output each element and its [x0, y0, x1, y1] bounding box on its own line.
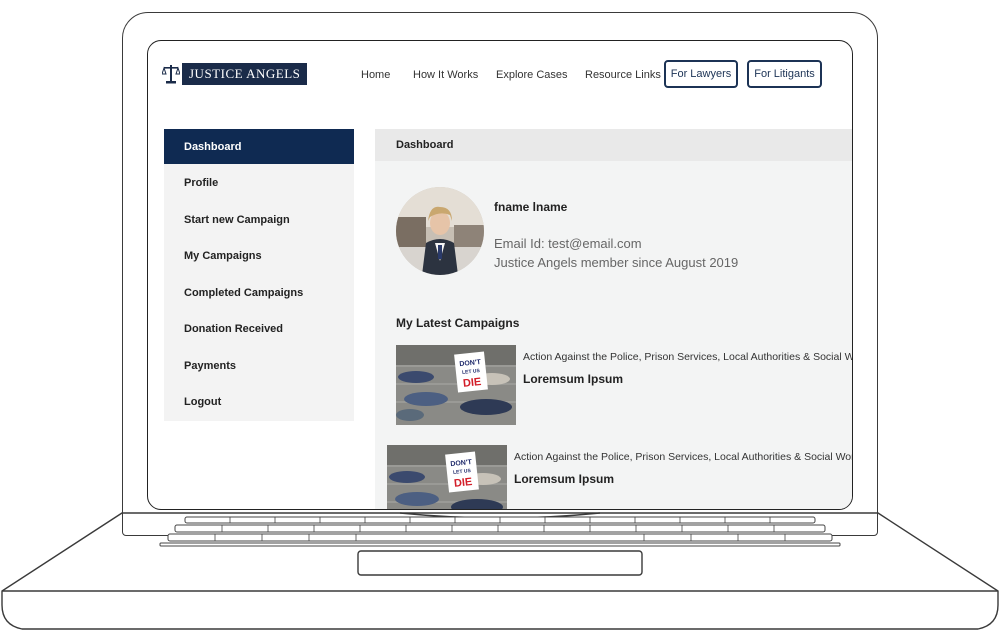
- profile-name: fname lname: [494, 200, 568, 214]
- sidebar-item-profile[interactable]: Profile: [164, 165, 354, 200]
- sidebar-item-payments[interactable]: Payments: [164, 348, 354, 383]
- campaign-title[interactable]: Loremsum Ipsum: [523, 372, 623, 386]
- brand-name: JUSTICE ANGELS: [182, 63, 308, 85]
- laptop-screen: JUSTICE ANGELS Home How It Works Explore…: [147, 40, 853, 510]
- latest-campaigns-heading: My Latest Campaigns: [396, 316, 520, 330]
- sidebar-item-donation-received[interactable]: Donation Received: [164, 311, 354, 346]
- main-panel: Dashboard fname lname Email Id: test@ema…: [375, 129, 853, 509]
- brand-logo[interactable]: JUSTICE ANGELS: [162, 63, 308, 85]
- sidebar: Dashboard Profile Start new Campaign My …: [164, 129, 354, 421]
- sidebar-item-logout[interactable]: Logout: [164, 384, 354, 419]
- campaign-category: Action Against the Police, Prison Servic…: [514, 451, 853, 463]
- profile-email: Email Id: test@email.com: [494, 236, 642, 251]
- nav-explore-cases[interactable]: Explore Cases: [496, 69, 568, 81]
- nav-home[interactable]: Home: [361, 69, 390, 81]
- nav-how-it-works[interactable]: How It Works: [413, 69, 478, 81]
- avatar: [396, 187, 484, 275]
- for-lawyers-button[interactable]: For Lawyers: [664, 60, 738, 88]
- sidebar-item-start-new-campaign[interactable]: Start new Campaign: [164, 202, 354, 237]
- for-litigants-button[interactable]: For Litigants: [747, 60, 822, 88]
- svg-text:DIE: DIE: [453, 476, 472, 490]
- campaign-title[interactable]: Loremsum Ipsum: [514, 472, 614, 486]
- campaign-category: Action Against the Police, Prison Servic…: [523, 351, 853, 363]
- nav-resource-links[interactable]: Resource Links: [585, 69, 661, 81]
- sidebar-item-my-campaigns[interactable]: My Campaigns: [164, 238, 354, 273]
- sidebar-item-completed-campaigns[interactable]: Completed Campaigns: [164, 275, 354, 310]
- scales-of-justice-icon: [162, 65, 180, 84]
- sidebar-item-dashboard[interactable]: Dashboard: [164, 129, 354, 164]
- laptop-keyboard-base: [1, 512, 999, 630]
- campaign-image[interactable]: DON'T LET US DIE: [387, 445, 507, 509]
- page-title: Dashboard: [375, 129, 852, 161]
- svg-text:DIE: DIE: [462, 376, 481, 390]
- campaign-image[interactable]: DON'T LET US DIE: [396, 345, 516, 425]
- profile-member-since: Justice Angels member since August 2019: [494, 255, 739, 270]
